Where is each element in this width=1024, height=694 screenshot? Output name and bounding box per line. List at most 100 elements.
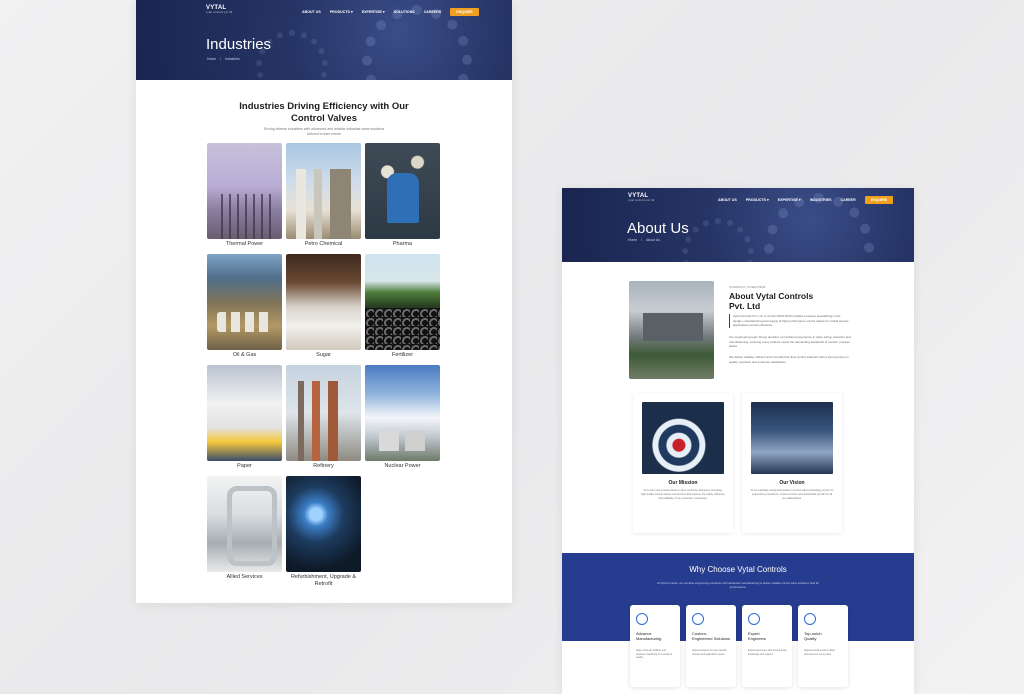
fertilizer-image <box>365 254 440 350</box>
nav-about[interactable]: ABOUT US <box>718 198 737 202</box>
feature-title: Advance Manufacturing <box>636 631 676 641</box>
feature-card-advance-manufacturing: Advance Manufacturing State-of-the-art f… <box>630 605 680 687</box>
breadcrumb: Home / About Us <box>628 238 660 242</box>
industry-card-allied-services[interactable]: Allied Services <box>207 476 282 587</box>
logo-subtext: vytal controls pvt ltd <box>628 199 655 202</box>
nav-expertise[interactable]: EXPERTISE ▾ <box>362 10 385 14</box>
breadcrumb-separator: / <box>220 57 221 61</box>
section-title-line1: Industries Driving Efficiency with Our <box>239 101 409 112</box>
feature-text: State-of-the-art facilities and precisio… <box>636 649 673 660</box>
about-title-line1: About Vytal Controls <box>729 291 814 301</box>
about-paragraph-3: We deliver reliable, efficient and cost-… <box>729 355 849 364</box>
industry-card-nuclear-power[interactable]: Nuclear Power <box>365 365 440 476</box>
vision-card: Our Vision To be a globally recognised l… <box>742 393 842 533</box>
breadcrumb-current: Industries <box>225 57 240 61</box>
feature-card-top-quality: Top-notch Quality Rigorous testing and c… <box>798 605 848 687</box>
nav-links: ABOUT US PRODUCTS ▾ EXPERTISE ▾ INDUSTRI… <box>718 196 894 204</box>
nuclear-power-image <box>365 365 440 461</box>
breadcrumb-home[interactable]: Home <box>628 238 637 242</box>
industry-caption: Allied Services <box>226 574 263 580</box>
logo[interactable]: VYTAL vytal controls pvt ltd <box>206 5 232 14</box>
refurbishment-image <box>286 476 361 572</box>
industry-card-paper[interactable]: Paper <box>207 365 282 476</box>
mission-title: Our Mission <box>668 480 698 486</box>
mission-text: To be the most trusted partner in flow c… <box>641 489 725 500</box>
nav-careers[interactable]: CAREERS <box>424 10 442 14</box>
quality-badge-icon <box>804 613 816 625</box>
logo[interactable]: VYTAL vytal controls pvt ltd <box>628 193 654 202</box>
feature-title: Top-notch Quality <box>804 631 844 641</box>
section-title: Industries Driving Efficiency with Our C… <box>136 101 512 124</box>
section-subtitle: Driving diverse industries with advanced… <box>136 127 512 137</box>
engineer-icon <box>748 613 760 625</box>
company-building-image <box>629 281 714 379</box>
feature-title-line2: Manufacturing <box>636 636 662 641</box>
breadcrumb: Home / Industries <box>207 57 240 61</box>
industry-caption: Paper <box>237 463 252 469</box>
about-page-mockup: VYTAL vytal controls pvt ltd ABOUT US PR… <box>562 188 914 694</box>
industry-card-thermal-power[interactable]: Thermal Power <box>207 143 282 254</box>
nav-products[interactable]: PRODUCTS ▾ <box>746 198 769 202</box>
industry-caption: Pharma <box>392 241 413 247</box>
page-title: Industries <box>206 36 272 53</box>
industry-caption: Thermal Power <box>225 241 264 247</box>
mission-card: Our Mission To be the most trusted partn… <box>633 393 733 533</box>
feature-title-line2: Engineered Solutions <box>692 636 731 641</box>
section-title-line2: Control Valves <box>291 112 357 124</box>
industries-section-header: Industries Driving Efficiency with Our C… <box>136 101 512 137</box>
industry-card-pharma[interactable]: Pharma <box>365 143 440 254</box>
about-eyebrow: COMPANY OVERVIEW <box>729 285 766 289</box>
nav-solutions[interactable]: SOLUTIONS <box>394 10 415 14</box>
section-subtitle-line2: tailored to their needs <box>307 132 341 136</box>
paper-image <box>207 365 282 461</box>
nav-links: ABOUT US PRODUCTS ▾ EXPERTISE ▾ SOLUTION… <box>302 8 479 16</box>
industry-caption: Nuclear Power <box>384 463 421 469</box>
nav-products[interactable]: PRODUCTS ▾ <box>330 10 353 14</box>
gear-icon <box>636 613 648 625</box>
industry-caption: Oil & Gas <box>232 352 257 358</box>
why-choose-subtitle: At Vytal Controls, we combine engineerin… <box>656 581 820 589</box>
page-title: About Us <box>627 220 689 237</box>
feature-text: Rigorous testing and certified processes… <box>804 649 835 656</box>
sugar-image <box>286 254 361 350</box>
feature-text: Valves designed to meet specific process… <box>692 649 727 656</box>
industry-card-petro-chemical[interactable]: Petro Chemical <box>286 143 361 254</box>
industry-caption: Refurbishment, Upgrade & Retrofit <box>290 574 357 587</box>
refinery-image <box>286 365 361 461</box>
industry-caption: Fertilizer <box>391 352 414 358</box>
enquire-button[interactable]: ENQUIRE <box>864 196 894 204</box>
industries-page-mockup: VYTAL vytal controls pvt ltd ABOUT US PR… <box>136 0 512 603</box>
breadcrumb-home[interactable]: Home <box>207 57 216 61</box>
enquire-button[interactable]: ENQUIRE <box>450 8 479 16</box>
feature-card-custom-engineered: Custom- Engineered Solutions Valves desi… <box>686 605 736 687</box>
breadcrumb-separator: / <box>641 238 642 242</box>
industry-caption: Petro Chemical <box>304 241 343 247</box>
nav-career[interactable]: CAREER <box>841 198 856 202</box>
breadcrumb-current: About Us <box>646 238 660 242</box>
about-navbar: VYTAL vytal controls pvt ltd ABOUT US PR… <box>562 193 914 206</box>
vision-title: Our Vision <box>779 480 805 486</box>
about-paragraph-1: Vytal Controls Pvt. Ltd. is an ISO 9001:… <box>729 314 849 328</box>
nav-expertise[interactable]: EXPERTISE ▾ <box>778 198 801 202</box>
industry-caption: Refinery <box>313 463 334 469</box>
logo-subtext: vytal controls pvt ltd <box>206 11 233 14</box>
why-choose-title: Why Choose Vytal Controls <box>689 565 787 574</box>
industries-navbar: VYTAL vytal controls pvt ltd ABOUT US PR… <box>136 5 512 18</box>
industry-card-fertilizer[interactable]: Fertilizer <box>365 254 440 365</box>
feature-title: Custom- Engineered Solutions <box>692 631 732 641</box>
industry-card-oil-gas[interactable]: Oil & Gas <box>207 254 282 365</box>
about-title-line2: Pvt. Ltd <box>729 301 761 311</box>
thermal-power-image <box>207 143 282 239</box>
settings-icon <box>692 613 704 625</box>
nav-about[interactable]: ABOUT US <box>302 10 321 14</box>
pharma-image <box>365 143 440 239</box>
industry-card-sugar[interactable]: Sugar <box>286 254 361 365</box>
chess-pieces-image <box>751 402 833 474</box>
nav-industries[interactable]: INDUSTRIES <box>810 198 832 202</box>
dart-target-image <box>642 402 724 474</box>
industry-card-refinery[interactable]: Refinery <box>286 365 361 476</box>
feature-text: Experienced team with deep domain knowle… <box>748 649 787 656</box>
industry-card-refurbishment[interactable]: Refurbishment, Upgrade & Retrofit <box>286 476 361 587</box>
industries-grid: Thermal Power Petro Chemical Pharma Oil … <box>207 143 440 587</box>
feature-title-line2: Quality <box>804 636 817 641</box>
